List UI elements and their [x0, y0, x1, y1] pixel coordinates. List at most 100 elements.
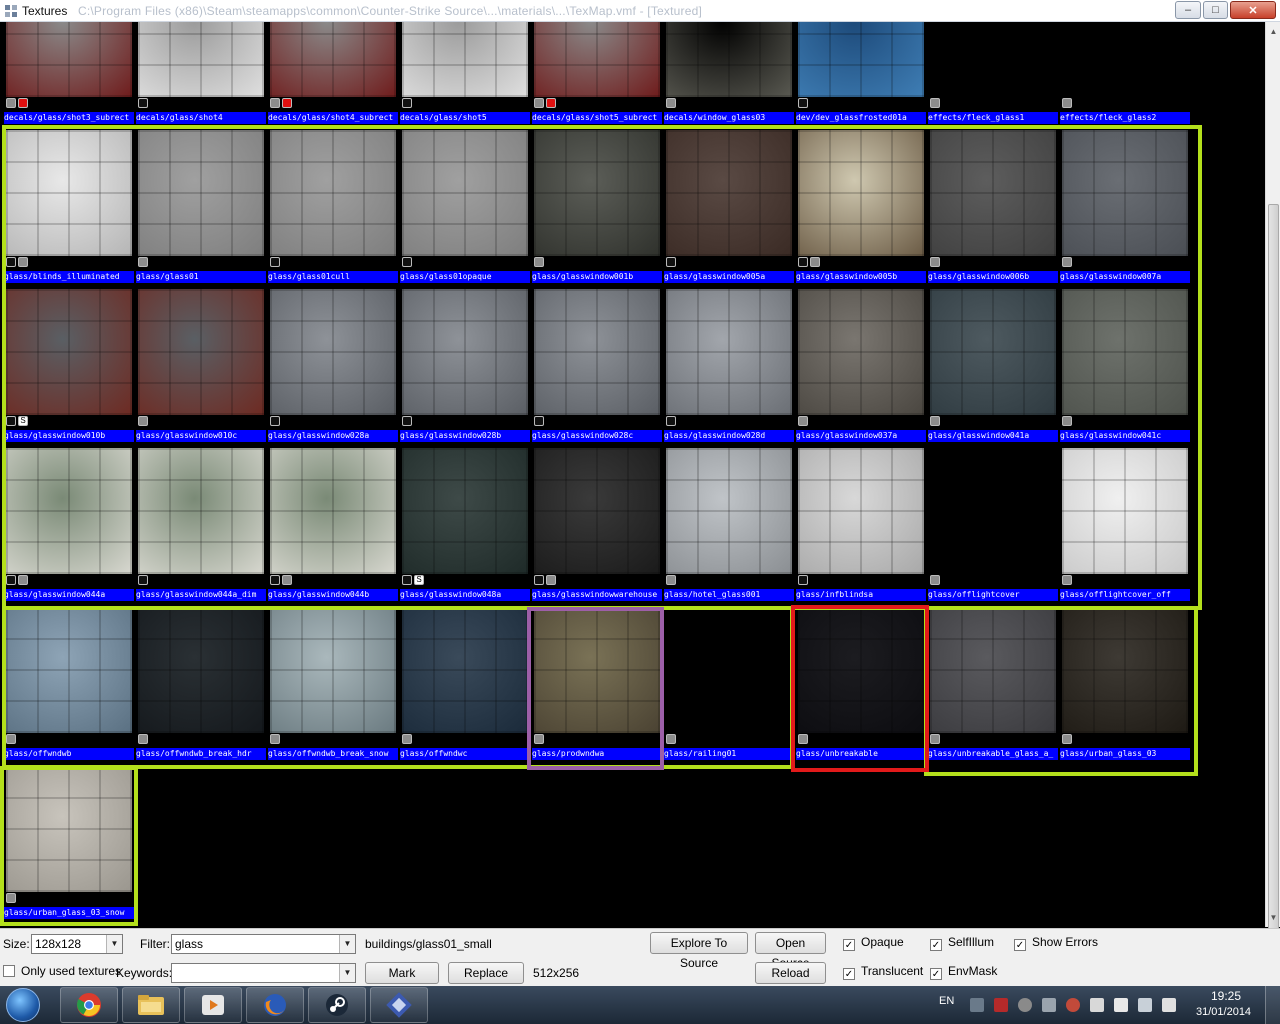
- keywords-input[interactable]: ▼: [171, 963, 356, 983]
- texture-browser-grid[interactable]: decals/glass/shot3_subrect decals/glass/s…: [0, 22, 1265, 927]
- selfillum-checkbox[interactable]: ✓ SelfIllum: [930, 935, 994, 951]
- texture-tile[interactable]: glass/offlightcover: [928, 446, 1058, 601]
- texture-thumbnail[interactable]: [1062, 607, 1188, 733]
- tray-app-icon[interactable]: [1066, 998, 1080, 1012]
- taskbar-hammer-editor[interactable]: [370, 987, 428, 1023]
- texture-tile[interactable]: glass/glasswindow001b: [532, 128, 662, 283]
- texture-thumbnail[interactable]: [270, 130, 396, 256]
- texture-thumbnail[interactable]: [534, 289, 660, 415]
- texture-thumbnail[interactable]: [270, 607, 396, 733]
- texture-tile[interactable]: glass/glass01cull: [268, 128, 398, 283]
- texture-thumbnail[interactable]: [666, 289, 792, 415]
- mark-button[interactable]: Mark: [365, 962, 439, 984]
- taskbar-file-explorer[interactable]: [122, 987, 180, 1023]
- texture-tile[interactable]: decals/glass/shot5: [400, 22, 530, 124]
- chevron-down-icon[interactable]: ▼: [339, 964, 355, 982]
- texture-tile[interactable]: glass/glasswindow005b: [796, 128, 926, 283]
- texture-thumbnail[interactable]: [402, 607, 528, 733]
- texture-thumbnail[interactable]: [666, 22, 792, 97]
- close-button[interactable]: ✕: [1230, 1, 1276, 19]
- texture-thumbnail[interactable]: [534, 130, 660, 256]
- texture-thumbnail[interactable]: [798, 289, 924, 415]
- texture-thumbnail[interactable]: [534, 22, 660, 97]
- texture-thumbnail[interactable]: [1062, 448, 1188, 574]
- texture-tile[interactable]: glass/glasswindow044a_dim: [136, 446, 266, 601]
- tray-display-icon[interactable]: [1138, 998, 1152, 1012]
- reload-button[interactable]: Reload: [755, 962, 826, 984]
- start-button[interactable]: [6, 988, 40, 1022]
- taskbar-media-player[interactable]: [184, 987, 242, 1023]
- taskbar-firefox[interactable]: [246, 987, 304, 1023]
- texture-tile[interactable]: effects/fleck_glass1: [928, 22, 1058, 124]
- texture-tile[interactable]: decals/glass/shot5_subrect: [532, 22, 662, 124]
- envmask-check-icon[interactable]: ✓: [930, 968, 942, 980]
- texture-tile[interactable]: glass/prodwndwa: [532, 605, 662, 760]
- texture-thumbnail[interactable]: [402, 289, 528, 415]
- texture-tile[interactable]: Sglass/glasswindow010b: [4, 287, 134, 442]
- texture-thumbnail[interactable]: [930, 607, 1056, 733]
- filter-input[interactable]: glass ▼: [171, 934, 356, 954]
- texture-tile[interactable]: glass/offlightcover_off: [1060, 446, 1190, 601]
- maximize-button[interactable]: □: [1203, 1, 1228, 19]
- texture-thumbnail[interactable]: [6, 448, 132, 574]
- texture-thumbnail[interactable]: [6, 22, 132, 97]
- texture-thumbnail[interactable]: [666, 448, 792, 574]
- tray-flag-icon[interactable]: [1114, 998, 1128, 1012]
- texture-tile[interactable]: glass/glasswindow005a: [664, 128, 794, 283]
- texture-tile[interactable]: effects/fleck_glass2: [1060, 22, 1190, 124]
- texture-thumbnail[interactable]: [6, 766, 132, 892]
- texture-thumbnail[interactable]: [930, 22, 1056, 97]
- texture-tile[interactable]: glass/infblindsa: [796, 446, 926, 601]
- texture-tile[interactable]: glass/offwndwb: [4, 605, 134, 760]
- texture-tile[interactable]: glass/hotel_glass001: [664, 446, 794, 601]
- texture-thumbnail[interactable]: [798, 607, 924, 733]
- texture-tile[interactable]: glass/glasswindow044a: [4, 446, 134, 601]
- scroll-up-icon[interactable]: ▲: [1266, 24, 1280, 39]
- texture-thumbnail[interactable]: [666, 607, 792, 733]
- texture-tile[interactable]: glass/glasswindow006b: [928, 128, 1058, 283]
- language-indicator[interactable]: EN: [939, 995, 954, 1007]
- texture-tile[interactable]: glass/glasswindow028b: [400, 287, 530, 442]
- show-errors-check-icon[interactable]: ✓: [1014, 939, 1026, 951]
- texture-thumbnail[interactable]: [270, 22, 396, 97]
- explore-to-source-button[interactable]: Explore To Source: [650, 932, 748, 970]
- texture-tile[interactable]: glass/offwndwb_break_hdr: [136, 605, 266, 760]
- texture-tile[interactable]: decals/glass/shot3_subrect: [4, 22, 134, 124]
- texture-thumbnail[interactable]: [138, 448, 264, 574]
- texture-tile[interactable]: glass/glasswindow037a: [796, 287, 926, 442]
- minimize-button[interactable]: ‒: [1175, 1, 1201, 19]
- texture-thumbnail[interactable]: [1062, 130, 1188, 256]
- texture-tile[interactable]: glass/urban_glass_03_snow: [4, 764, 134, 919]
- texture-tile[interactable]: Sglass/glasswindow048a: [400, 446, 530, 601]
- opaque-check-icon[interactable]: ✓: [843, 939, 855, 951]
- chevron-down-icon[interactable]: ▼: [106, 935, 122, 953]
- only-used-textures-checkbox[interactable]: Only used textures: [3, 964, 121, 978]
- vertical-scrollbar[interactable]: ▲ ▼: [1265, 22, 1280, 934]
- taskbar-steam[interactable]: [308, 987, 366, 1023]
- texture-tile[interactable]: dev/dev_glassfrosted01a: [796, 22, 926, 124]
- tray-antivirus-icon[interactable]: [994, 998, 1008, 1012]
- translucent-check-icon[interactable]: ✓: [843, 968, 855, 980]
- taskbar-chrome[interactable]: [60, 987, 118, 1023]
- texture-tile[interactable]: glass/glasswindow010c: [136, 287, 266, 442]
- texture-tile[interactable]: glass/glasswindow028d: [664, 287, 794, 442]
- texture-tile[interactable]: glass/glasswindow028c: [532, 287, 662, 442]
- show-errors-checkbox[interactable]: ✓ Show Errors: [1014, 935, 1098, 951]
- texture-thumbnail[interactable]: [270, 289, 396, 415]
- texture-tile[interactable]: glass/railing01: [664, 605, 794, 760]
- clock-date[interactable]: 31/01/2014: [1196, 1006, 1251, 1018]
- tray-steam-icon[interactable]: [1018, 998, 1032, 1012]
- replace-button[interactable]: Replace: [448, 962, 524, 984]
- texture-tile[interactable]: decals/window_glass03: [664, 22, 794, 124]
- texture-thumbnail[interactable]: [666, 130, 792, 256]
- only-used-check-icon[interactable]: [3, 965, 15, 977]
- texture-thumbnail[interactable]: [402, 448, 528, 574]
- chevron-down-icon[interactable]: ▼: [339, 935, 355, 953]
- texture-thumbnail[interactable]: [402, 130, 528, 256]
- texture-thumbnail[interactable]: [138, 22, 264, 97]
- texture-tile[interactable]: glass/glasswindow041c: [1060, 287, 1190, 442]
- texture-thumbnail[interactable]: [138, 607, 264, 733]
- texture-tile[interactable]: glass/glass01: [136, 128, 266, 283]
- texture-thumbnail[interactable]: [798, 22, 924, 97]
- texture-thumbnail[interactable]: [798, 130, 924, 256]
